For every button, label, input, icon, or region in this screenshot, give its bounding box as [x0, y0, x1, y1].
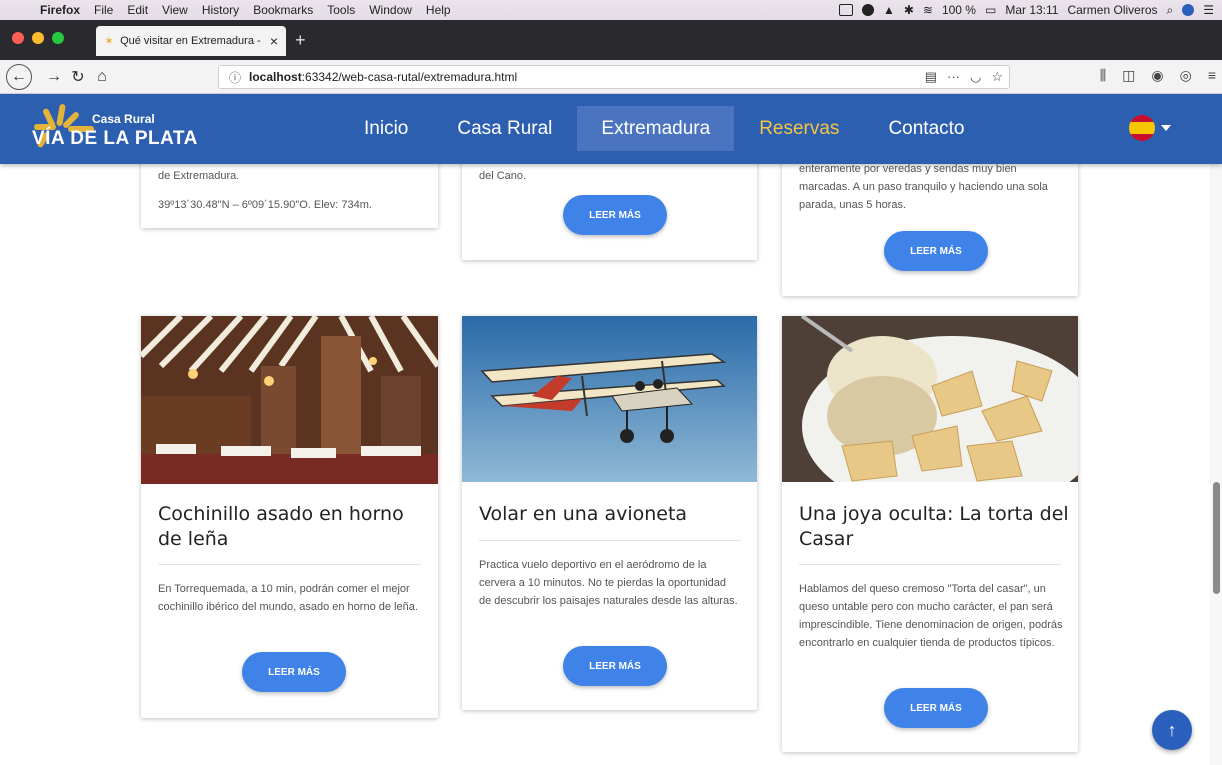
card-title: Cochinillo asado en horno de leña [158, 503, 404, 550]
language-dropdown-icon[interactable] [1161, 125, 1171, 131]
address-bar[interactable]: ⓘ localhost:63342/web-casa-rutal/extrema… [218, 65, 1010, 89]
restaurant-interior-illustration [141, 316, 438, 484]
browser-toolbar: ← → ↻ ⌂ ⓘ localhost:63342/web-casa-rutal… [0, 60, 1222, 94]
battery-icon[interactable]: ▭ [985, 3, 996, 17]
card-title: Una joya oculta: La torta del Casar [799, 503, 1069, 550]
site-header: Casa Rural VÍA DE LA PLATA Inicio Casa R… [0, 94, 1222, 164]
card-partial-3: enteramente por veredas y sendas muy bie… [782, 164, 1078, 296]
card-text-line: parada, unas 5 horas. [799, 199, 907, 211]
menu-window[interactable]: Window [369, 3, 412, 17]
scrollbar-thumb[interactable] [1213, 482, 1220, 594]
cheese-illustration [782, 316, 1078, 482]
menu-file[interactable]: File [94, 3, 113, 17]
close-tab-icon[interactable]: × [270, 33, 278, 49]
page-content: de Extremadura. 39º13´30.48"N – 6º09´15.… [0, 164, 1222, 765]
sidebar-icon[interactable]: ◫ [1122, 67, 1135, 84]
spotlight-icon[interactable]: ⌕ [1167, 3, 1174, 18]
reload-icon[interactable]: ↻ [66, 66, 90, 88]
browser-tab-strip: ✶ Qué visitar en Extremadura - Ca × + [0, 20, 1222, 60]
forward-arrow-icon[interactable]: → [42, 66, 66, 88]
new-tab-icon[interactable]: + [295, 30, 306, 51]
reader-view-icon[interactable]: ▤ [925, 69, 937, 85]
screen-capture-icon[interactable] [838, 4, 853, 16]
card-text-line: marcadas. A un paso tranquilo y haciendo… [799, 181, 1048, 193]
divider [799, 564, 1061, 565]
logo-title: VÍA DE LA PLATA [32, 128, 198, 149]
card-text: del Cano. [479, 170, 527, 182]
card-coordinates: 39º13´30.48"N – 6º09´15.90"O. Elev: 734m… [158, 199, 372, 211]
site-info-icon[interactable]: ⓘ [229, 69, 241, 86]
menu-tools[interactable]: Tools [327, 3, 355, 17]
back-to-top-button[interactable]: ↑ [1152, 710, 1192, 750]
extension-icon[interactable]: ◉ [1151, 67, 1163, 84]
home-icon[interactable]: ⌂ [90, 66, 114, 88]
wifi-icon[interactable]: ≋ [923, 3, 933, 17]
main-navigation: Inicio Casa Rural Extremadura Reservas C… [340, 106, 989, 151]
card-partial-2: del Cano. LEER MÁS [462, 164, 757, 260]
menu-bookmarks[interactable]: Bookmarks [253, 3, 313, 17]
nav-inicio[interactable]: Inicio [340, 106, 432, 151]
clock[interactable]: Mar 13:11 [1005, 3, 1058, 17]
scrollbar-track[interactable] [1210, 164, 1222, 765]
ultralight-plane-illustration [462, 316, 757, 482]
hamburger-menu-icon[interactable]: ≡ [1208, 67, 1216, 84]
url-path: :63342/web-casa-rutal/extremadura.html [301, 70, 518, 84]
back-arrow-icon[interactable]: ← [6, 64, 32, 90]
site-logo[interactable]: Casa Rural VÍA DE LA PLATA [32, 103, 212, 154]
menu-edit[interactable]: Edit [127, 3, 148, 17]
card-partial-1: de Extremadura. 39º13´30.48"N – 6º09´15.… [141, 164, 438, 228]
url-host: localhost [249, 70, 302, 84]
notification-center-icon[interactable]: ☰ [1203, 3, 1214, 17]
card-cochinillo: Cochinillo asado en horno de leña En Tor… [141, 316, 438, 718]
page-actions-icon[interactable]: ··· [947, 69, 960, 85]
card-torta-del-casar: Una joya oculta: La torta del Casar Habl… [782, 316, 1078, 752]
nav-contacto[interactable]: Contacto [864, 106, 988, 151]
menu-help[interactable]: Help [426, 3, 451, 17]
browser-tab-active[interactable]: ✶ Qué visitar en Extremadura - Ca × [96, 26, 286, 56]
zoom-window-icon[interactable] [52, 32, 64, 44]
read-more-button[interactable]: LEER MÁS [884, 688, 988, 728]
nav-reservas[interactable]: Reservas [735, 106, 863, 151]
arrow-up-icon: ↑ [1167, 719, 1177, 740]
nav-extremadura[interactable]: Extremadura [577, 106, 735, 151]
torta-del-casar-cheese-image [782, 316, 1078, 482]
read-more-button[interactable]: LEER MÁS [563, 195, 667, 235]
divider [158, 564, 421, 565]
app-menu-firefox[interactable]: Firefox [40, 3, 80, 17]
bluetooth-icon[interactable]: ✱ [904, 3, 914, 17]
spain-flag-icon[interactable] [1129, 115, 1155, 141]
nav-casa-rural[interactable]: Casa Rural [433, 106, 576, 151]
read-more-button[interactable]: LEER MÁS [884, 231, 988, 271]
read-more-button[interactable]: LEER MÁS [242, 652, 346, 692]
logo-subtitle: Casa Rural [92, 112, 155, 126]
macos-menu-bar: Firefox File Edit View History Bookmarks… [0, 0, 1222, 20]
minimize-window-icon[interactable] [32, 32, 44, 44]
card-avioneta: Volar en una avioneta Practica vuelo dep… [462, 316, 757, 710]
close-window-icon[interactable] [12, 32, 24, 44]
pocket-icon[interactable]: ◡ [970, 69, 981, 85]
ultralight-plane-image [462, 316, 757, 482]
library-icon[interactable]: ⫼ [1100, 67, 1106, 84]
card-title: Volar en una avioneta [479, 503, 688, 525]
menu-view[interactable]: View [162, 3, 188, 17]
tab-title: Qué visitar en Extremadura - Ca [120, 35, 264, 47]
account-icon[interactable]: ◎ [1180, 67, 1192, 84]
divider [479, 540, 741, 541]
battery-percent: 100 % [941, 3, 976, 17]
bookmark-star-icon[interactable]: ☆ [991, 69, 1003, 85]
card-text-line: enteramente por veredas y sendas muy bie… [799, 164, 1017, 175]
network-icon[interactable]: ▲ [883, 3, 895, 17]
restaurant-interior-image [141, 316, 438, 484]
card-text: de Extremadura. [158, 170, 240, 182]
user-name[interactable]: Carmen Oliveros [1067, 3, 1157, 17]
menu-history[interactable]: History [202, 3, 239, 17]
siri-icon[interactable] [1182, 4, 1195, 16]
site-favicon-icon: ✶ [104, 34, 115, 48]
window-controls [12, 32, 64, 44]
card-text: En Torrequemada, a 10 min, podrán comer … [158, 583, 418, 613]
read-more-button[interactable]: LEER MÁS [563, 646, 667, 686]
card-text: Hablamos del queso cremoso "Torta del ca… [799, 583, 1063, 649]
status-app-icon[interactable] [861, 4, 874, 16]
card-text: Practica vuelo deportivo en el aeródromo… [479, 559, 738, 607]
